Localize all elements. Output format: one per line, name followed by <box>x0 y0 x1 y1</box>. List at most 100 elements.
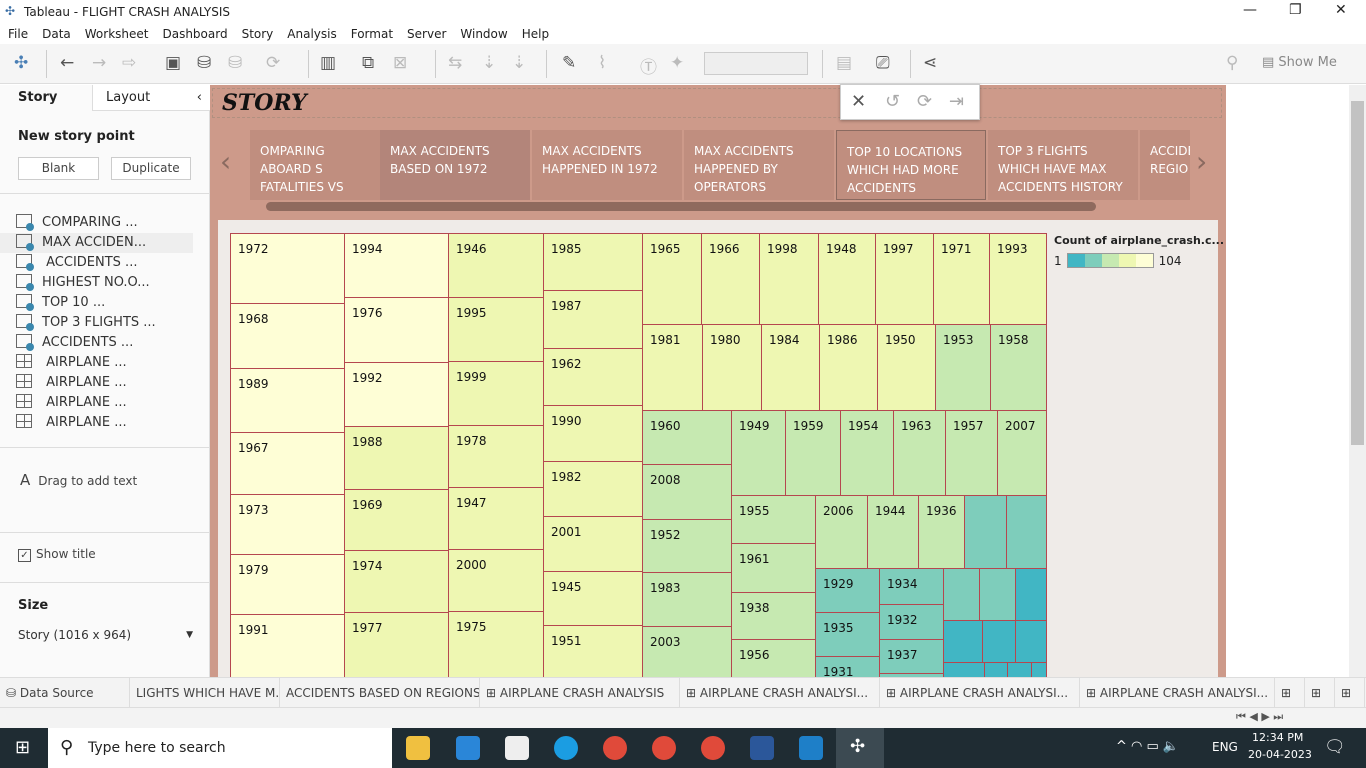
treemap-cell[interactable]: 1954 <box>840 410 894 496</box>
new-worksheet-tab-icon[interactable]: ⊞ <box>1275 678 1305 708</box>
treemap-cell[interactable]: 1931 <box>815 656 880 677</box>
treemap-cell[interactable]: 1957 <box>945 410 998 496</box>
treemap-cell[interactable]: 1934 <box>879 568 944 605</box>
save-icon[interactable]: ▣ <box>165 53 181 73</box>
treemap-cell[interactable]: 1988 <box>344 426 449 490</box>
treemap-cell[interactable] <box>979 568 1016 621</box>
text-icon[interactable]: Ⓣ <box>640 53 657 78</box>
minimize-button[interactable]: — <box>1243 2 1257 18</box>
treemap-cell[interactable]: 1986 <box>819 324 878 411</box>
treemap-cell[interactable]: 1929 <box>815 568 880 613</box>
treemap-cell[interactable]: 1951 <box>543 625 643 677</box>
treemap-cell[interactable]: 1991 <box>230 614 345 677</box>
story-point-item[interactable]: ACCIDENTS ... <box>16 333 209 353</box>
format-painter-icon[interactable]: ⚲ <box>1226 53 1238 73</box>
treemap-cell[interactable]: 1955 <box>731 495 816 544</box>
treemap-cell[interactable]: 1937 <box>879 639 944 674</box>
treemap-cell[interactable]: 1992 <box>344 362 449 427</box>
word-icon[interactable] <box>750 736 774 760</box>
story-nav-point[interactable]: MAX ACCIDENTS BASED ON 1972 <box>380 130 530 200</box>
store-icon[interactable] <box>505 736 529 760</box>
chrome-profile2-icon[interactable] <box>701 736 725 760</box>
treemap-cell[interactable]: 1981 <box>642 324 703 411</box>
treemap-cell[interactable]: 1977 <box>344 612 449 677</box>
treemap-cell[interactable]: 1958 <box>990 324 1047 411</box>
treemap-cell[interactable]: 1962 <box>543 348 643 406</box>
sheet-tab[interactable]: ⊞ AIRPLANE CRASH ANALYSI... <box>680 678 880 708</box>
replay-icon[interactable]: ⇨ <box>122 53 136 73</box>
chrome-profile-icon[interactable] <box>652 736 676 760</box>
sheet-tab[interactable]: ⊞ AIRPLANE CRASH ANALYSI... <box>880 678 1080 708</box>
chrome-icon[interactable] <box>603 736 627 760</box>
story-point-item[interactable]: AIRPLANE ... <box>16 373 209 393</box>
treemap-cell[interactable]: 1936 <box>918 495 965 569</box>
maximize-button[interactable]: ❐ <box>1289 2 1302 18</box>
sort-desc-icon[interactable]: ⇣ <box>512 53 526 73</box>
duplicate-sheet-icon[interactable]: ⧉ <box>362 53 374 73</box>
story-point-item[interactable]: COMPARING ... <box>16 213 209 233</box>
tray-icons[interactable]: ^ ◠ ▭ 🔈 <box>1116 739 1179 754</box>
treemap-cell[interactable]: 1971 <box>933 233 990 325</box>
edge-icon[interactable] <box>554 736 578 760</box>
treemap-cell[interactable] <box>1031 662 1047 677</box>
story-point-item[interactable]: AIRPLANE ... <box>16 413 209 433</box>
vertical-scrollbar[interactable] <box>1349 85 1366 677</box>
delete-icon[interactable]: ✕ <box>851 91 866 112</box>
navigator-scrollbar[interactable] <box>266 202 1096 211</box>
treemap-cell[interactable]: 1978 <box>448 425 544 488</box>
menu-story[interactable]: Story <box>242 24 274 44</box>
new-data-source-icon[interactable]: ⛁ <box>197 53 211 73</box>
story-nav-point[interactable]: OMPARING ABOARD S FATALITIES VS ROUND <box>250 130 380 200</box>
treemap-cell[interactable]: 1946 <box>448 233 544 298</box>
treemap-cell[interactable] <box>1006 495 1047 569</box>
clock-date[interactable]: 20-04-2023 <box>1248 748 1312 761</box>
treemap-cell[interactable]: 1932 <box>879 604 944 640</box>
treemap-cell[interactable]: 2008 <box>642 464 732 520</box>
treemap-cell[interactable]: 1965 <box>642 233 702 325</box>
treemap-cell[interactable] <box>964 495 1007 569</box>
story-nav-point[interactable]: MAX ACCIDENTS HAPPENED BY OPERATORS <box>684 130 834 200</box>
mail-icon[interactable] <box>456 736 480 760</box>
treemap-cell[interactable]: 1967 <box>230 432 345 495</box>
treemap-cell[interactable]: 1944 <box>867 495 919 569</box>
undo-icon[interactable]: ← <box>60 53 74 73</box>
blank-button[interactable]: Blank <box>18 157 99 180</box>
treemap-cell[interactable]: 1974 <box>344 550 449 613</box>
windows-start-icon[interactable]: ⊞ <box>15 737 30 758</box>
treemap-cell[interactable]: 1945 <box>543 571 643 626</box>
treemap-cell[interactable]: 1972 <box>230 233 345 304</box>
treemap-cell[interactable]: 1998 <box>759 233 819 325</box>
story-point-item[interactable]: AIRPLANE ... <box>16 353 209 373</box>
menu-server[interactable]: Server <box>407 24 446 44</box>
data-source-tab[interactable]: ⛁ Data Source <box>0 678 130 708</box>
sort-asc-icon[interactable]: ⇣ <box>482 53 496 73</box>
size-dropdown[interactable]: Story (1016 x 964) ▼ <box>18 628 193 642</box>
story-point-item[interactable]: TOP 3 FLIGHTS ... <box>16 313 209 333</box>
story-nav-point[interactable]: TOP 3 FLIGHTS WHICH HAVE MAX ACCIDENTS H… <box>988 130 1138 200</box>
new-story-tab-icon[interactable]: ⊞ <box>1335 678 1365 708</box>
tab-layout[interactable]: Layout ‹ <box>92 85 210 111</box>
close-button[interactable]: ✕ <box>1335 2 1347 18</box>
highlight-icon[interactable]: ✎ <box>562 53 576 73</box>
treemap-cell[interactable]: 1973 <box>230 494 345 555</box>
presentation-mode-icon[interactable]: ⎚ <box>876 53 890 73</box>
tab-story[interactable]: Story <box>0 85 92 111</box>
sheet-tab[interactable]: ACCIDENTS BASED ON REGIONS <box>280 678 480 708</box>
swap-icon[interactable]: ⇆ <box>448 53 462 73</box>
treemap-cell[interactable]: 1984 <box>761 324 820 411</box>
treemap-cell[interactable]: 1985 <box>543 233 643 291</box>
treemap-cell[interactable]: 2003 <box>642 626 732 677</box>
treemap-cell[interactable]: 1976 <box>344 297 449 363</box>
presentation-cards-icon[interactable]: ▤ <box>836 53 852 73</box>
story-point-item[interactable]: AIRPLANE ... <box>16 393 209 413</box>
treemap-cell[interactable] <box>943 620 983 663</box>
treemap-cell[interactable] <box>1015 568 1047 621</box>
treemap-cell[interactable] <box>1015 620 1047 663</box>
new-dashboard-tab-icon[interactable]: ⊞ <box>1305 678 1335 708</box>
treemap-cell[interactable]: 1935 <box>815 612 880 657</box>
fit-dropdown[interactable] <box>704 52 808 75</box>
treemap-cell[interactable]: 1982 <box>543 461 643 517</box>
story-point-item[interactable]: TOP 10 ... <box>16 293 209 313</box>
sheet-tab[interactable]: LIGHTS WHICH HAVE M... <box>130 678 280 708</box>
treemap-cell[interactable]: 1983 <box>642 572 732 627</box>
